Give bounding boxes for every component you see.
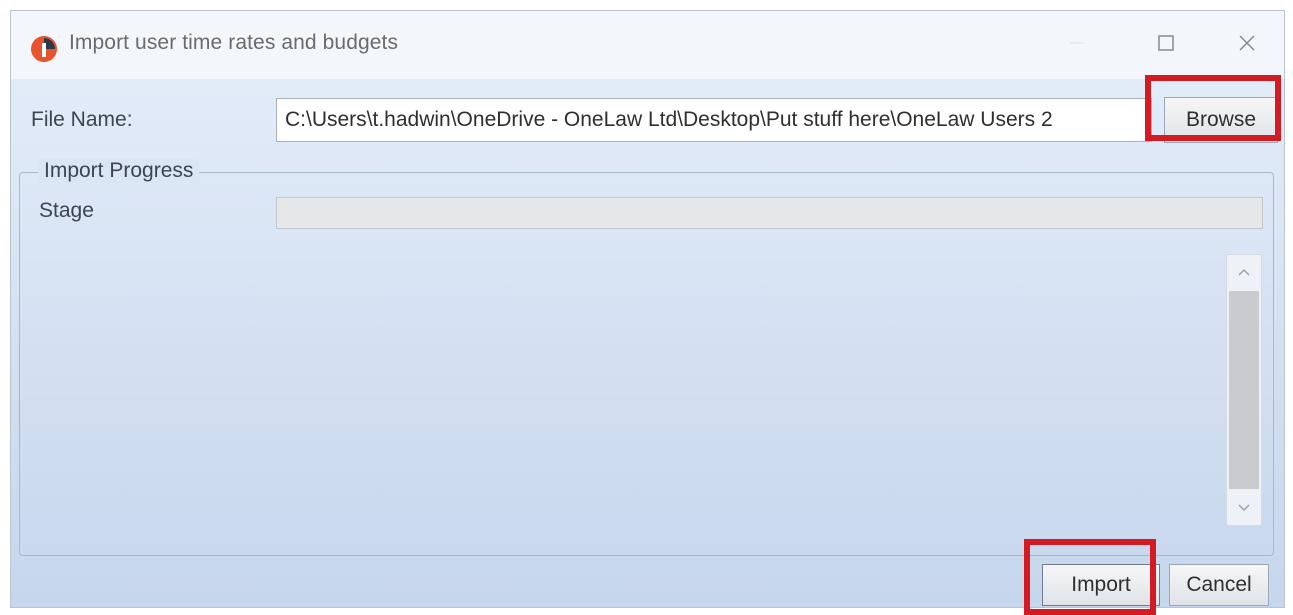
chevron-up-icon xyxy=(1238,268,1250,276)
scroll-up-button[interactable] xyxy=(1227,255,1261,289)
minimize-icon xyxy=(1070,42,1084,44)
import-button[interactable]: Import xyxy=(1042,564,1160,606)
maximize-icon xyxy=(1158,35,1174,51)
app-logo-icon xyxy=(31,36,57,62)
import-progress-title: Import Progress xyxy=(38,159,200,183)
scroll-track[interactable] xyxy=(1229,291,1259,489)
cancel-button[interactable]: Cancel xyxy=(1169,564,1269,606)
stage-label: Stage xyxy=(39,199,94,222)
scroll-down-button[interactable] xyxy=(1227,491,1261,525)
maximize-button[interactable] xyxy=(1142,23,1190,63)
import-dialog: Import user time rates and budgets File … xyxy=(10,10,1285,608)
browse-button[interactable]: Browse xyxy=(1164,97,1278,143)
title-bar: Import user time rates and budgets xyxy=(11,11,1284,79)
chevron-down-icon xyxy=(1238,504,1250,512)
import-progress-group: Import Progress xyxy=(19,159,1274,556)
stage-progress-bar xyxy=(276,197,1263,229)
log-scrollbar[interactable] xyxy=(1226,254,1262,526)
minimize-button[interactable] xyxy=(1053,23,1101,63)
close-button[interactable] xyxy=(1223,23,1271,63)
window-title: Import user time rates and budgets xyxy=(69,31,399,54)
close-icon xyxy=(1239,35,1255,51)
file-name-label: File Name: xyxy=(31,108,133,131)
file-name-field[interactable]: C:\Users\t.hadwin\OneDrive - OneLaw Ltd\… xyxy=(276,98,1152,142)
